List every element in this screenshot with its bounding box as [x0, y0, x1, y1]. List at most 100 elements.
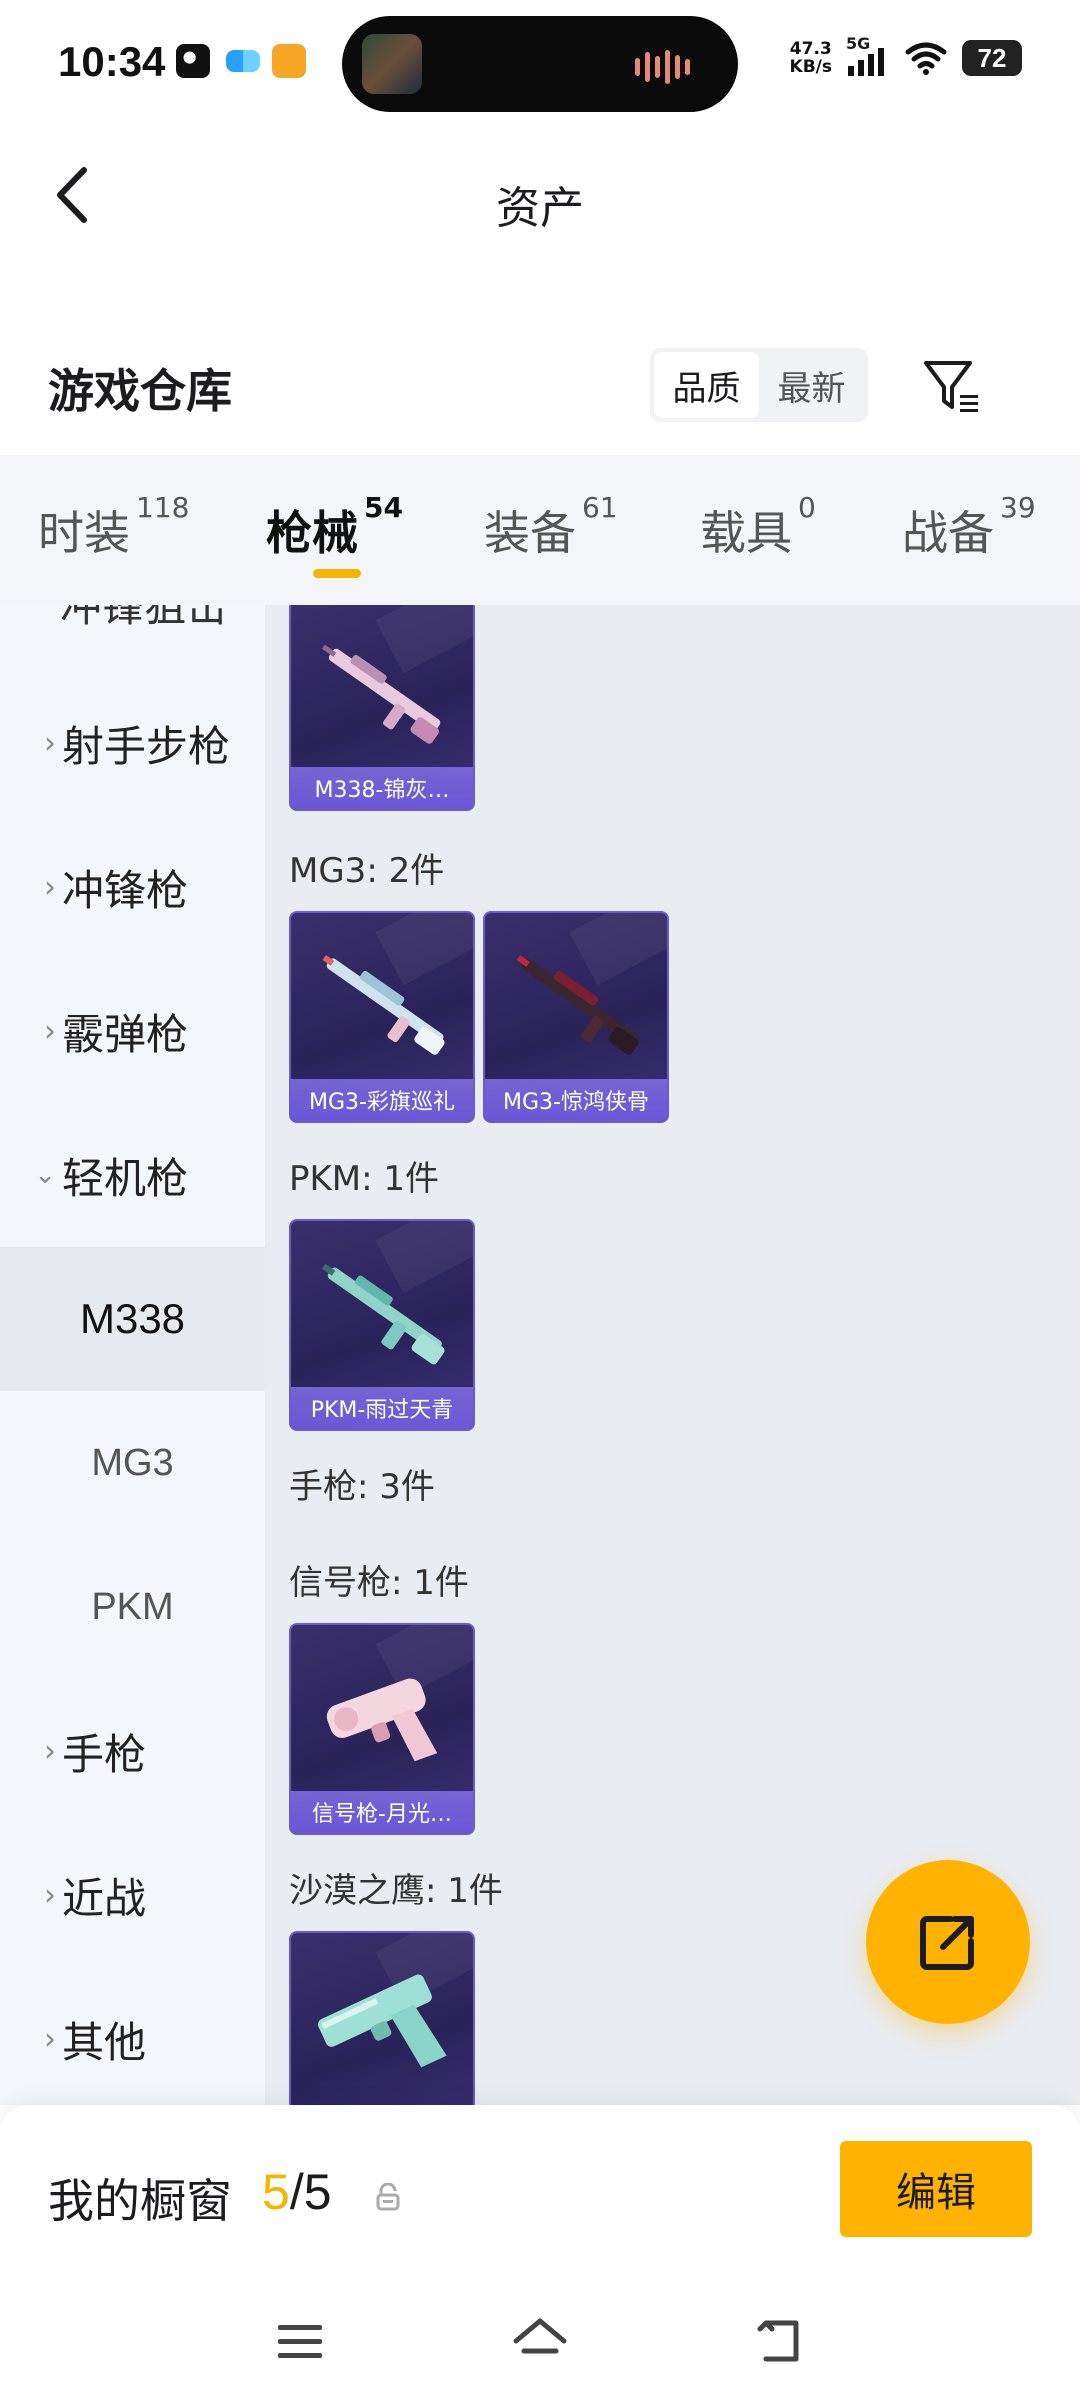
tab-count: 54: [364, 491, 403, 524]
chevron-down-icon: ⌄: [34, 1160, 56, 1190]
tab-label: 载具: [700, 506, 792, 560]
tab-label: 装备: [484, 506, 576, 560]
rifle-icon: [321, 644, 441, 744]
tab-label: 时装: [38, 506, 130, 560]
app-notification-icon: [176, 44, 210, 78]
showcase-total: 5: [303, 2164, 332, 2220]
status-indicators: 47.3 KB/s 5G 72: [790, 34, 1022, 76]
skin-name: MG3-彩旗巡礼: [291, 1079, 473, 1121]
page-title: 资产: [496, 183, 584, 234]
showcase-current: 5: [262, 2164, 290, 2220]
edit-button[interactable]: 编辑: [840, 2141, 1032, 2237]
sidebar-item-marksman-rifle[interactable]: › 射手步枪: [0, 671, 265, 815]
skin-card[interactable]: MG3-彩旗巡礼: [289, 911, 475, 1123]
sidebar-item-pistol[interactable]: › 手枪: [0, 1679, 265, 1823]
machine-gun-icon: [322, 955, 445, 1055]
filter-icon[interactable]: [920, 355, 984, 419]
flare-gun-icon: [326, 1678, 438, 1762]
showcase-separator: /: [289, 2164, 304, 2220]
tab-label: 枪械: [266, 506, 358, 560]
sidebar-item-label: 其他: [62, 2017, 147, 2067]
group-label: 沙漠之鹰: 1件: [289, 1871, 503, 1911]
tab-count: 61: [582, 491, 618, 524]
sidebar-subitem-mg3[interactable]: MG3: [0, 1391, 265, 1535]
group-label: 信号枪: 1件: [289, 1563, 469, 1603]
skin-name: M338-锦灰…: [291, 767, 473, 809]
chevron-right-icon: ›: [44, 1877, 56, 1913]
skin-name: PKM-雨过天青: [291, 1387, 473, 1429]
tab-count: 39: [1000, 491, 1036, 524]
showcase-count: 5/5: [262, 2163, 332, 2221]
skin-card[interactable]: [289, 1931, 475, 2105]
sidebar-item-label: 射手步枪: [62, 721, 231, 771]
sidebar-item-label: 轻机枪: [62, 1153, 189, 1203]
sort-toggle: 品质 最新: [650, 348, 868, 422]
share-button[interactable]: [866, 1860, 1030, 2024]
tab-supplies[interactable]: 战备 39: [902, 491, 1036, 563]
chevron-right-icon: ›: [44, 869, 56, 905]
sidebar-item-cutoff[interactable]: 冲锋狙击: [60, 605, 228, 634]
weapon-type-sidebar: 冲锋狙击 › 射手步枪 › 冲锋枪 › 霰弹枪 ⌄ 轻机枪 M338 MG3 P…: [0, 605, 265, 2105]
skin-card[interactable]: 信号枪-月光…: [289, 1623, 475, 1835]
media-thumbnail: [362, 34, 422, 94]
sidebar-item-label: 近战: [62, 1873, 147, 1923]
showcase-bar: 我的橱窗 5/5 编辑: [0, 2105, 1080, 2285]
machine-gun-icon: [321, 1263, 445, 1365]
sidebar-item-melee[interactable]: › 近战: [0, 1823, 265, 1967]
status-bar: 10:34 47.3 KB/s 5G 72: [0, 0, 1080, 120]
group-label: MG3: 2件: [289, 851, 445, 891]
menu-icon[interactable]: [270, 2311, 330, 2371]
sidebar-subitem-pkm[interactable]: PKM: [0, 1535, 265, 1679]
battery-icon: 72: [962, 40, 1022, 76]
return-icon[interactable]: [750, 2311, 810, 2371]
tab-firearms[interactable]: 枪械 54: [266, 491, 403, 563]
group-label: PKM: 1件: [289, 1159, 440, 1199]
tab-label: 战备: [902, 506, 994, 560]
skin-name: MG3-惊鸿侠骨: [485, 1079, 667, 1121]
sidebar-item-label: 冲锋枪: [62, 865, 189, 915]
app-notification-icon: [272, 44, 306, 78]
chevron-right-icon: ›: [44, 1733, 56, 1769]
lock-icon: [376, 2183, 400, 2211]
chevron-right-icon: ›: [44, 725, 56, 761]
net-speed-value: 47.3: [789, 39, 832, 59]
skin-card[interactable]: PKM-雨过天青: [289, 1219, 475, 1431]
machine-gun-icon: [516, 955, 639, 1055]
wifi-icon: [905, 42, 947, 75]
dynamic-island[interactable]: [342, 16, 738, 112]
skin-card[interactable]: MG3-惊鸿侠骨: [483, 911, 669, 1123]
sidebar-item-label: 手枪: [62, 1729, 147, 1779]
tab-equipment[interactable]: 装备 61: [484, 491, 618, 563]
status-time: 10:34: [58, 38, 166, 85]
tab-fashion[interactable]: 时装 118: [38, 491, 189, 563]
warehouse-title: 游戏仓库: [48, 364, 232, 418]
active-tab-indicator: [313, 569, 361, 578]
chevron-right-icon: ›: [44, 2021, 56, 2057]
app-header: 资产: [0, 120, 1080, 270]
skin-card[interactable]: M338-锦灰…: [289, 605, 475, 811]
tab-vehicles[interactable]: 载具 0: [700, 491, 816, 563]
warehouse-header: 游戏仓库 品质 最新: [0, 300, 1080, 455]
tab-count: 118: [136, 491, 190, 524]
share-external-icon: [920, 1916, 974, 1970]
sidebar-item-lmg[interactable]: ⌄ 轻机枪: [0, 1103, 265, 1247]
sidebar-item-smg[interactable]: › 冲锋枪: [0, 815, 265, 959]
group-label: 手枪: 3件: [289, 1467, 435, 1507]
home-icon[interactable]: [510, 2311, 570, 2371]
sidebar-item-shotgun[interactable]: › 霰弹枪: [0, 959, 265, 1103]
system-nav-bar: [0, 2285, 1080, 2400]
sort-quality-button[interactable]: 品质: [654, 352, 759, 418]
net-speed-unit: KB/s: [789, 57, 832, 77]
sort-newest-button[interactable]: 最新: [759, 352, 864, 418]
sidebar-item-label: 霰弹枪: [62, 1009, 189, 1059]
sidebar-item-other[interactable]: › 其他: [0, 1967, 265, 2105]
tab-count: 0: [798, 491, 816, 524]
app-notification-icon: [226, 50, 260, 72]
category-tabs: 时装 118 枪械 54 装备 61 载具 0 战备 39: [0, 455, 1080, 605]
pistol-icon: [318, 1974, 447, 2068]
sidebar-subitem-m338[interactable]: M338: [0, 1247, 265, 1391]
signal-icon: 5G: [846, 34, 890, 76]
skin-name: 信号枪-月光…: [291, 1791, 473, 1833]
audio-waveform-icon: [635, 50, 690, 84]
net-speed: 47.3 KB/s: [790, 40, 832, 76]
